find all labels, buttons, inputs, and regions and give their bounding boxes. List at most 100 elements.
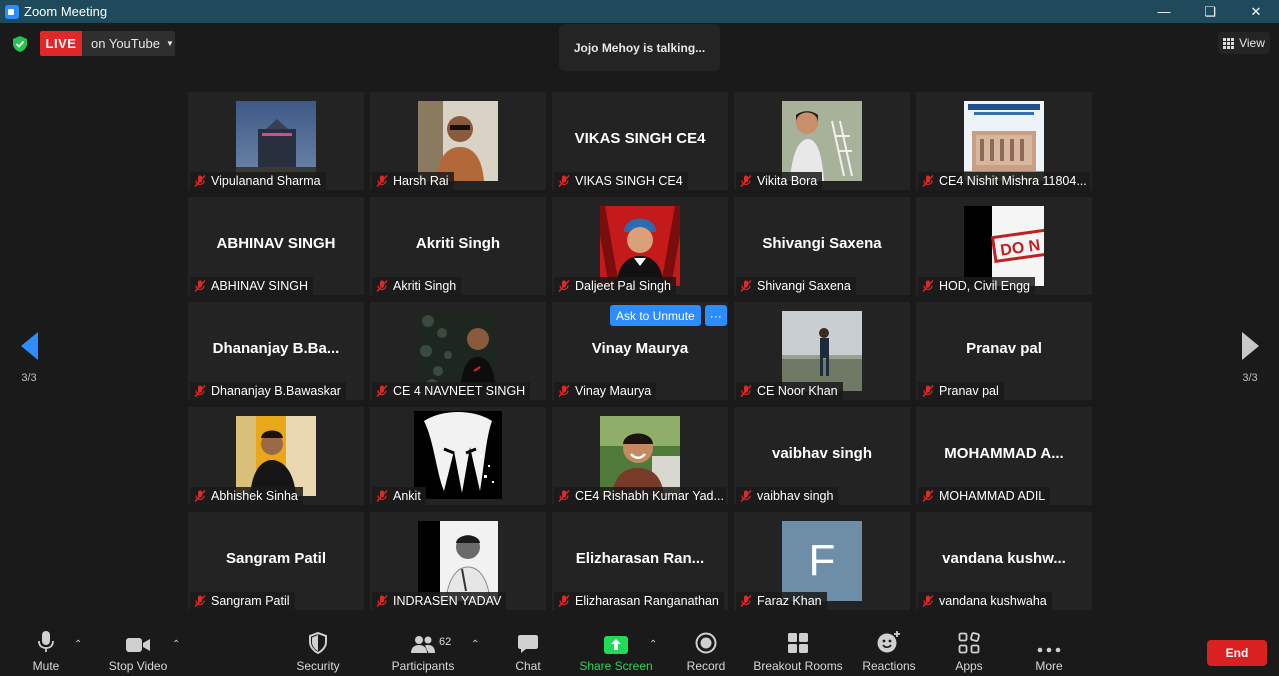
live-destination-label: on YouTube (91, 36, 160, 51)
share-screen-icon (604, 622, 628, 656)
participant-video (418, 101, 498, 181)
stop-video-button[interactable]: Stop Video (106, 622, 170, 676)
participant-tile[interactable]: ABHINAV SINGH ABHINAV SINGH (188, 197, 364, 295)
share-options-chevron[interactable]: ⌃ (649, 639, 657, 650)
security-button[interactable]: Security (290, 622, 346, 676)
participant-name-label: Abhishek Sinha (190, 487, 303, 505)
participant-name-label: vaibhav singh (736, 487, 839, 505)
mute-options-chevron[interactable]: ⌃ (74, 639, 82, 650)
participant-tile[interactable]: CE Noor Khan (734, 302, 910, 400)
chat-bubble-icon (517, 622, 539, 656)
caret-down-icon: ▼ (165, 39, 174, 48)
participant-tile[interactable]: MOHAMMAD A... MOHAMMAD ADIL (916, 407, 1092, 505)
participant-tile[interactable]: F Faraz Khan (734, 512, 910, 610)
close-button[interactable]: ✕ (1233, 0, 1279, 23)
participant-name: Ankit (393, 489, 421, 503)
video-camera-icon (125, 622, 151, 656)
participant-tile[interactable]: CE4 Nishit Mishra 11804... (916, 92, 1092, 190)
live-stream-indicator[interactable]: LIVE on YouTube ▼ (40, 31, 175, 56)
participant-video (782, 311, 862, 391)
participant-name: CE4 Nishit Mishra 11804... (939, 174, 1087, 188)
participant-tile[interactable]: Vikita Bora (734, 92, 910, 190)
participant-tile[interactable]: Dhananjay B.Ba... Dhananjay B.Bawaskar (188, 302, 364, 400)
participant-tile[interactable]: VIKAS SINGH CE4 VIKAS SINGH CE4 (552, 92, 728, 190)
participant-name-label: Shivangi Saxena (736, 277, 856, 295)
participant-tile[interactable]: Elizharasan Ran... Elizharasan Ranganatha… (552, 512, 728, 610)
participant-name-label: Elizharasan Ranganathan (554, 592, 724, 610)
participant-video (418, 521, 498, 601)
share-screen-button[interactable]: Share Screen (579, 622, 653, 676)
participant-more-button[interactable]: ··· (704, 305, 727, 326)
participant-tile[interactable]: Harsh Rai (370, 92, 546, 190)
participant-tile[interactable]: INDRASEN YADAV (370, 512, 546, 610)
participant-tile[interactable]: Akriti Singh Akriti Singh (370, 197, 546, 295)
participant-tile[interactable]: Pranav pal Pranav pal (916, 302, 1092, 400)
participant-tile[interactable]: Ankit (370, 407, 546, 505)
participant-video (414, 411, 502, 499)
record-label: Record (686, 659, 726, 673)
participant-tile[interactable]: Daljeet Pal Singh (552, 197, 728, 295)
muted-microphone-icon (922, 490, 934, 502)
participants-button[interactable]: Participants (390, 622, 456, 676)
minimize-button[interactable]: — (1141, 0, 1187, 23)
participant-tile[interactable]: CE 4 NAVNEET SINGH (370, 302, 546, 400)
end-meeting-button[interactable]: End (1207, 640, 1267, 666)
participant-tile[interactable]: Shivangi Saxena Shivangi Saxena (734, 197, 910, 295)
previous-page-button[interactable]: 3/3 (0, 310, 58, 406)
muted-microphone-icon (740, 595, 752, 607)
reactions-button[interactable]: Reactions (860, 622, 918, 676)
participant-name: MOHAMMAD ADIL (939, 489, 1046, 503)
participant-name: ABHINAV SINGH (211, 279, 309, 293)
participant-name: VIKAS SINGH CE4 (575, 174, 683, 188)
participant-display-name: Vinay Maurya (591, 340, 689, 357)
ask-to-unmute-button[interactable]: Ask to Unmute (610, 305, 701, 326)
participant-tile[interactable]: DO N HOD, Civil Engg (916, 197, 1092, 295)
participant-name-label: Dhananjay B.Bawaskar (190, 382, 346, 400)
participant-tile[interactable]: vandana kushw... vandana kushwaha (916, 512, 1092, 610)
participants-options-chevron[interactable]: ⌃ (471, 639, 479, 650)
participant-tile[interactable]: Sangram Patil Sangram Patil (188, 512, 364, 610)
participant-display-name: ABHINAV SINGH (216, 235, 336, 252)
record-button[interactable]: Record (684, 622, 728, 676)
view-button[interactable]: View (1218, 32, 1270, 54)
video-options-chevron[interactable]: ⌃ (172, 639, 180, 650)
meeting-toolbar: Mute ⌃ Stop Video ⌃ Security Participant… (0, 622, 1279, 676)
more-button[interactable]: More (1028, 622, 1070, 676)
participant-name: Elizharasan Ranganathan (575, 594, 719, 608)
muted-microphone-icon (194, 490, 206, 502)
next-page-button[interactable]: 3/3 (1221, 310, 1279, 406)
breakout-rooms-button[interactable]: Breakout Rooms (752, 622, 844, 676)
record-icon (695, 622, 717, 656)
ask-to-unmute-overlay: Ask to Unmute ··· (610, 305, 727, 326)
encryption-shield-icon[interactable] (11, 35, 29, 53)
participant-tile[interactable]: CE4 Rishabh Kumar Yad... (552, 407, 728, 505)
participant-tile[interactable]: vaibhav singh vaibhav singh (734, 407, 910, 505)
live-badge: LIVE (40, 31, 82, 56)
participant-name: Harsh Rai (393, 174, 449, 188)
apps-button[interactable]: Apps (948, 622, 990, 676)
muted-microphone-icon (922, 175, 934, 187)
participant-display-name: Akriti Singh (415, 235, 501, 252)
participant-name-label: CE Noor Khan (736, 382, 843, 400)
participant-name: Dhananjay B.Bawaskar (211, 384, 341, 398)
muted-microphone-icon (558, 280, 570, 292)
microphone-icon (37, 622, 55, 656)
participant-tile[interactable]: Vipulanand Sharma (188, 92, 364, 190)
share-screen-label: Share Screen (579, 659, 653, 673)
avatar-initial: F (808, 536, 836, 585)
maximize-button[interactable]: ❏ (1187, 0, 1233, 23)
participant-name-label: vandana kushwaha (918, 592, 1052, 610)
participant-tile[interactable]: Abhishek Sinha (188, 407, 364, 505)
stop-video-label: Stop Video (108, 659, 168, 673)
participant-name: Faraz Khan (757, 594, 822, 608)
window-title: Zoom Meeting (24, 4, 108, 19)
participant-display-name: VIKAS SINGH CE4 (574, 130, 706, 147)
more-dots-icon (1037, 622, 1061, 656)
active-speaker-banner: Jojo Mehoy is talking... (559, 24, 720, 71)
participant-name: vaibhav singh (757, 489, 834, 503)
participant-name-label: CE4 Nishit Mishra 11804... (918, 172, 1090, 190)
participant-display-name: MOHAMMAD A... (944, 445, 1064, 462)
live-destination-dropdown[interactable]: on YouTube ▼ (82, 31, 175, 56)
mute-button[interactable]: Mute (22, 622, 70, 676)
chat-button[interactable]: Chat (508, 622, 548, 676)
